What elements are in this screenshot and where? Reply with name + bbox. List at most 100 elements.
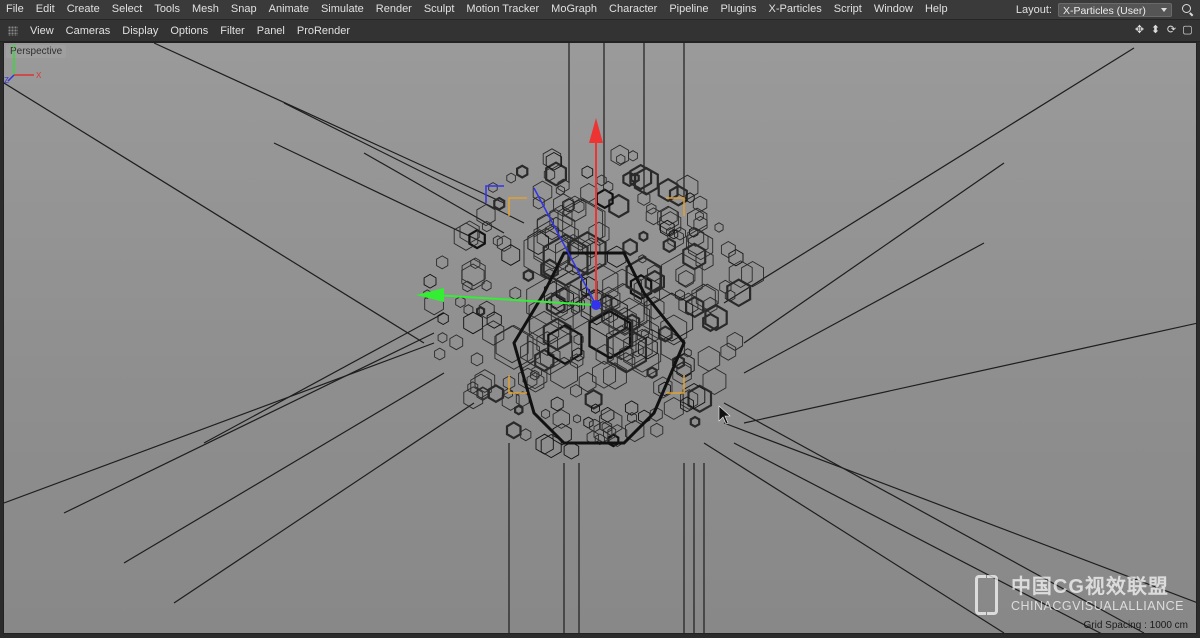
viewport-menu-filter[interactable]: Filter bbox=[214, 25, 250, 37]
menu-help[interactable]: Help bbox=[919, 0, 954, 19]
search-icon[interactable] bbox=[1182, 3, 1194, 16]
viewport-menu-cameras[interactable]: Cameras bbox=[60, 25, 117, 37]
menu-x-particles[interactable]: X-Particles bbox=[763, 0, 828, 19]
move-view-icon[interactable]: ✥ bbox=[1133, 23, 1146, 37]
hex-cell bbox=[514, 404, 524, 416]
hex-cell bbox=[573, 414, 582, 424]
layout-label: Layout: bbox=[1015, 3, 1052, 16]
watermark-logo-icon bbox=[971, 573, 1005, 615]
x-axis-arrow bbox=[416, 288, 444, 302]
hex-cell bbox=[563, 441, 580, 460]
hex-cell bbox=[449, 334, 464, 351]
menu-script[interactable]: Script bbox=[828, 0, 868, 19]
layout-dropdown-value: X-Particles (User) bbox=[1063, 4, 1146, 17]
wire-line bbox=[743, 322, 1196, 424]
hex-cell bbox=[493, 196, 506, 211]
hex-cell bbox=[509, 286, 522, 301]
rotate-view-icon[interactable]: ⟳ bbox=[1165, 23, 1178, 37]
hex-cell bbox=[720, 240, 736, 259]
axis-y-label: Y bbox=[11, 43, 17, 52]
menu-mograph[interactable]: MoGraph bbox=[545, 0, 603, 19]
menu-window[interactable]: Window bbox=[868, 0, 919, 19]
hex-cell bbox=[455, 296, 466, 309]
menu-animate[interactable]: Animate bbox=[263, 0, 315, 19]
hex-cell bbox=[470, 352, 484, 367]
hex-cell bbox=[488, 182, 498, 193]
viewport-nav-icons: ✥ ⬍ ⟳ ▢ bbox=[1133, 23, 1194, 37]
hex-cell bbox=[434, 347, 446, 361]
menu-bar: File Edit Create Select Tools Mesh Snap Animate… bbox=[0, 0, 1200, 20]
hex-cell bbox=[545, 161, 567, 187]
hex-cell bbox=[516, 164, 529, 179]
menu-character[interactable]: Character bbox=[603, 0, 663, 19]
viewport-menu-view[interactable]: View bbox=[24, 25, 60, 37]
hex-cell bbox=[487, 384, 505, 404]
grip-icon[interactable] bbox=[8, 25, 18, 36]
gizmo-center bbox=[591, 300, 601, 310]
mouse-cursor-icon bbox=[718, 405, 731, 425]
layout-dropdown[interactable]: X-Particles (User) bbox=[1058, 2, 1172, 17]
viewport-menu-bar: View Cameras Display Options Filter Panel ProR… bbox=[0, 20, 1200, 42]
hex-cell bbox=[436, 255, 449, 270]
menu-create[interactable]: Create bbox=[61, 0, 106, 19]
menu-tools[interactable]: Tools bbox=[148, 0, 186, 19]
hex-cell bbox=[600, 406, 615, 423]
hex-cell bbox=[541, 408, 551, 420]
perspective-viewport[interactable]: Perspective Y X Z 中国CG视效联盟 CHINACGVISUAL… bbox=[3, 42, 1197, 634]
hex-cell bbox=[628, 150, 638, 162]
viewport-menu-display[interactable]: Display bbox=[116, 25, 164, 37]
hex-cell bbox=[550, 396, 564, 412]
hex-cell bbox=[726, 278, 752, 308]
hex-cell bbox=[720, 342, 737, 361]
watermark: 中国CG视效联盟 CHINACGVISUALALLIANCE bbox=[971, 570, 1184, 615]
hex-cell bbox=[588, 418, 601, 433]
axis-gizmo: Y X Z bbox=[4, 43, 42, 83]
menu-edit[interactable]: Edit bbox=[30, 0, 61, 19]
menu-motion-tracker[interactable]: Motion Tracker bbox=[460, 0, 545, 19]
hex-cell bbox=[580, 182, 598, 203]
hex-cell bbox=[526, 372, 545, 393]
menu-select[interactable]: Select bbox=[106, 0, 149, 19]
axis-z-label: Z bbox=[4, 76, 9, 83]
hex-cell bbox=[492, 235, 503, 247]
hex-cell bbox=[697, 345, 721, 372]
wire-line bbox=[273, 142, 485, 244]
viewport-menu-prorender[interactable]: ProRender bbox=[291, 25, 356, 37]
hex-cell bbox=[685, 295, 705, 319]
chevron-down-icon bbox=[1161, 7, 1167, 12]
hex-cell bbox=[461, 263, 485, 291]
menu-simulate[interactable]: Simulate bbox=[315, 0, 370, 19]
wire-line bbox=[4, 82, 425, 344]
maximize-view-icon[interactable]: ▢ bbox=[1181, 23, 1194, 37]
hex-cell bbox=[535, 433, 554, 455]
hex-cell bbox=[552, 408, 570, 429]
menu-items: File Edit Create Select Tools Mesh Snap Animate… bbox=[0, 0, 954, 19]
menu-snap[interactable]: Snap bbox=[225, 0, 263, 19]
wire-line bbox=[703, 442, 1005, 633]
hex-cell bbox=[505, 421, 522, 440]
wire-line bbox=[123, 372, 445, 564]
viewport-menu-panel[interactable]: Panel bbox=[251, 25, 291, 37]
dolly-view-icon[interactable]: ⬍ bbox=[1149, 23, 1162, 37]
hex-cell bbox=[463, 304, 474, 316]
hex-cell bbox=[437, 332, 448, 344]
menu-file[interactable]: File bbox=[0, 0, 30, 19]
hex-cell bbox=[423, 273, 437, 289]
menu-plugins[interactable]: Plugins bbox=[714, 0, 762, 19]
menu-pipeline[interactable]: Pipeline bbox=[663, 0, 714, 19]
menu-mesh[interactable]: Mesh bbox=[186, 0, 225, 19]
viewport-menu-options[interactable]: Options bbox=[164, 25, 214, 37]
hex-cell bbox=[603, 362, 627, 390]
hex-cell bbox=[520, 428, 532, 442]
hex-cell bbox=[638, 230, 649, 243]
hex-cell bbox=[506, 172, 516, 184]
hex-cell bbox=[695, 210, 704, 222]
scene-wireframe bbox=[4, 43, 1196, 633]
hex-cell bbox=[570, 383, 583, 398]
wire-line bbox=[203, 312, 445, 444]
axis-x-label: X bbox=[36, 71, 42, 80]
hex-cell bbox=[550, 356, 578, 389]
grid-spacing: Grid Spacing : 1000 cm bbox=[1083, 620, 1189, 631]
menu-render[interactable]: Render bbox=[370, 0, 418, 19]
menu-sculpt[interactable]: Sculpt bbox=[418, 0, 461, 19]
